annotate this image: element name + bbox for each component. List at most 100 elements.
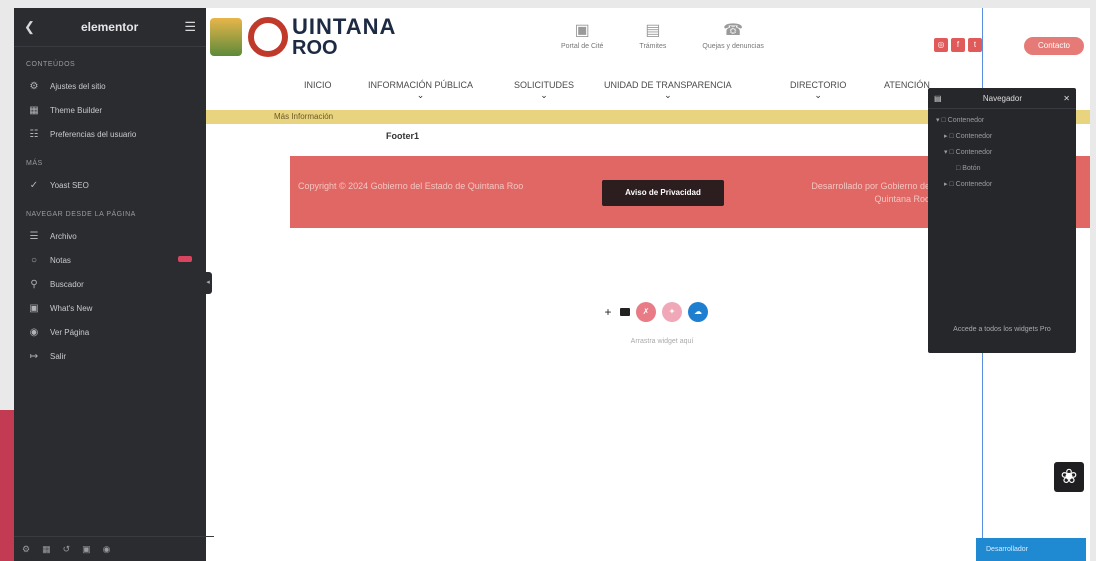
instagram-icon[interactable]: ◎: [934, 38, 948, 52]
sidebar-item-whats-new[interactable]: ▣ What's New: [14, 296, 206, 320]
back-arrow-icon[interactable]: ❮: [24, 19, 35, 35]
document-icon: ▤: [645, 22, 661, 39]
sidebar-item-label: Archivo: [50, 231, 77, 241]
info-bar-label[interactable]: Más Información: [274, 112, 333, 121]
sidebar-item-user-preferences[interactable]: ☷ Preferencias del usuario: [14, 122, 206, 146]
sidebar-section-label: NAVEGAR DESDE LA PÁGINA: [26, 211, 136, 218]
sidebar-item-yoast[interactable]: ✓ Yoast SEO: [14, 173, 206, 197]
contact-button[interactable]: Contacto: [1024, 37, 1084, 55]
add-section-controls: + ✗ ✦ ☁: [602, 302, 708, 322]
nav-item-informacion-publica[interactable]: INFORMACIÓN PÚBLICA ⌄: [368, 80, 473, 100]
sidebar-item-label: What's New: [50, 303, 93, 313]
responsive-icon[interactable]: ▣: [82, 544, 91, 555]
sidebar-item-label: Ver Página: [50, 327, 90, 337]
navigator-tree: ▾ □ Contenedor ▸ □ Contenedor ▾ □ Conten…: [928, 109, 1076, 193]
elementor-logo: elementor: [80, 20, 139, 34]
close-icon[interactable]: ✕: [1063, 94, 1070, 103]
nav-item-inicio[interactable]: INICIO: [304, 80, 332, 90]
nav-item-unidad-transparencia[interactable]: UNIDAD DE TRANSPARENCIA ⌄: [604, 80, 732, 100]
megaphone-icon: ☎: [723, 22, 744, 39]
chevron-down-icon: ⌄: [540, 90, 548, 100]
cloud-templates-icon[interactable]: ☁: [688, 302, 708, 322]
navigator-panel: ▤ Navegador ✕ ▾ □ Contenedor ▸ □ Contene…: [928, 88, 1076, 353]
editor-canvas: UINTANA ROO ▣ Portal de Cité ▤ Trámites …: [206, 8, 1090, 561]
navigator-item-label: Contenedor: [947, 117, 985, 124]
sidebar-item-archive[interactable]: ☰ Archivo: [14, 224, 206, 248]
navigator-collapse-icon[interactable]: ▤: [934, 94, 942, 103]
eye-icon: ◉: [29, 326, 39, 338]
navigator-item[interactable]: ▸ □ Contenedor: [928, 177, 1076, 193]
top-links: ▣ Portal de Cité ▤ Trámites ☎ Quejas y d…: [561, 20, 764, 50]
logo-line-2: ROO: [292, 37, 338, 59]
background-fragment: [0, 410, 14, 561]
sidebar-item-label: Yoast SEO: [50, 180, 89, 190]
list-icon: ☰: [29, 230, 39, 242]
eye-icon[interactable]: ◉: [103, 544, 111, 555]
top-link-quejas[interactable]: ☎ Quejas y denuncias: [702, 20, 763, 50]
sidebar-item-theme-builder[interactable]: ▦ Theme Builder: [14, 98, 206, 122]
nav-item-label: SOLICITUDES: [514, 80, 575, 90]
gear-icon[interactable]: ⚙: [22, 544, 30, 555]
accessibility-icon[interactable]: ❀: [1054, 462, 1084, 492]
sidebar-section-label: CONTEÚDOS: [26, 61, 76, 68]
drag-widget-hint: Arrastra widget aquí: [630, 338, 694, 345]
sidebar-item-notes[interactable]: ○ Notas: [14, 248, 206, 272]
exit-icon: ↦: [29, 350, 39, 362]
navigator-item[interactable]: ▾ □ Contenedor: [928, 113, 1076, 129]
sidebar-item-exit[interactable]: ↦ Salir: [14, 344, 206, 368]
chevron-down-icon: ⌄: [814, 90, 822, 100]
state-crest-icon: [210, 18, 242, 56]
navigator-item[interactable]: □ Botón: [928, 161, 1076, 177]
grid-menu-icon[interactable]: ☰: [184, 19, 196, 35]
nav-item-label: UNIDAD DE TRANSPARENCIA: [604, 80, 732, 90]
nav-item-solicitudes[interactable]: SOLICITUDES ⌄: [514, 80, 574, 100]
navigator-item[interactable]: ▸ □ Contenedor: [928, 129, 1076, 145]
gift-icon: ▣: [29, 302, 39, 314]
sidebar-item-label: Preferencias del usuario: [50, 129, 137, 139]
sidebar-item-finder[interactable]: ⚲ Buscador: [14, 272, 206, 296]
notes-badge: [178, 256, 192, 262]
site-logo[interactable]: UINTANA ROO: [210, 16, 396, 58]
top-link-portal[interactable]: ▣ Portal de Cité: [561, 20, 603, 50]
nav-item-directorio[interactable]: DIRECTORIO ⌄: [790, 80, 846, 100]
navigator-pro-promo[interactable]: Accede a todos los widgets Pro: [928, 326, 1076, 333]
top-link-label: Quejas y denuncias: [702, 43, 764, 50]
top-link-label: Portal de Cité: [561, 43, 604, 50]
facebook-icon[interactable]: f: [951, 38, 965, 52]
ai-assistant-icon[interactable]: ✗: [636, 302, 656, 322]
yoast-icon: ✓: [29, 179, 39, 191]
nav-item-label: DIRECTORIO: [790, 80, 847, 90]
top-link-label: Trámites: [639, 43, 667, 50]
social-links: ◎ f t: [934, 38, 982, 52]
nav-item-label: INICIO: [304, 80, 332, 90]
navigator-item[interactable]: ▾ □ Contenedor: [928, 145, 1076, 161]
navigator-item-label: Contenedor: [955, 133, 993, 140]
footer-copyright: Copyright © 2024 Gobierno del Estado de …: [298, 181, 524, 191]
sidebar-item-label: Notas: [50, 255, 71, 265]
portal-icon: ▣: [574, 22, 590, 39]
gear-icon: ⚙: [29, 80, 39, 92]
search-icon: ⚲: [30, 278, 38, 290]
sidebar-item-label: Buscador: [50, 279, 84, 289]
navigator-title: Navegador: [982, 93, 1022, 103]
chevron-down-icon: ⌄: [416, 90, 425, 100]
breadcrumb-label: Footer1: [386, 131, 420, 141]
nav-item-atencion[interactable]: ATENCIÓN: [884, 80, 930, 90]
theme-builder-icon: ▦: [29, 104, 39, 116]
logo-q-mark: [248, 17, 288, 57]
top-link-tramites[interactable]: ▤ Trámites: [639, 20, 666, 50]
navigator-header: ▤ Navegador ✕: [928, 88, 1076, 109]
history-icon[interactable]: ↺: [63, 544, 71, 555]
kit-icon[interactable]: ✦: [662, 302, 682, 322]
privacy-notice-button[interactable]: Aviso de Privacidad: [602, 180, 724, 206]
sidebar-item-label: Salir: [50, 351, 67, 361]
add-section-plus-icon[interactable]: +: [602, 305, 614, 319]
template-library-icon[interactable]: [620, 308, 630, 316]
template-breadcrumb: Footer1: [386, 131, 419, 141]
twitter-icon[interactable]: t: [968, 38, 982, 52]
sidebar-item-site-settings[interactable]: ⚙ Ajustes del sitio: [14, 74, 206, 98]
layers-icon[interactable]: ▦: [42, 544, 51, 555]
user-preferences-icon: ☷: [29, 128, 39, 140]
sidebar-item-view-page[interactable]: ◉ Ver Página: [14, 320, 206, 344]
developer-tab[interactable]: Desarrollador: [976, 538, 1086, 561]
